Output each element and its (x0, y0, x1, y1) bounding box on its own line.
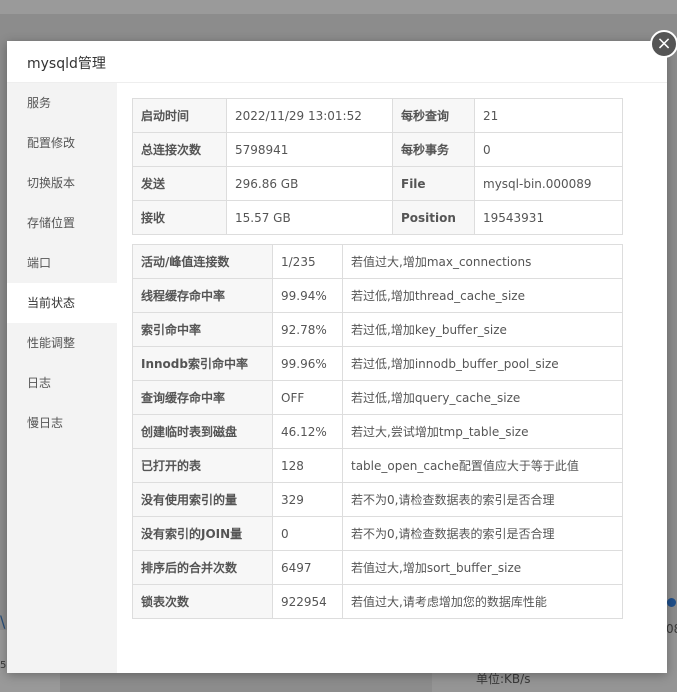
metric-value: 0 (272, 516, 343, 551)
sidebar-item[interactable]: 慢日志 (7, 403, 117, 443)
summary-key: File (392, 166, 475, 201)
summary-key: 总连接次数 (132, 132, 227, 167)
summary-table: 启动时间 2022/11/29 13:01:52 每秒查询 21 总连接次数 579894… (132, 98, 623, 235)
mysqld-modal: mysqld管理 × 服务 配置修改 切换版本 存储位置 端口 当前状态 性能调整 日志 慢日志… (7, 30, 677, 673)
status-content: 启动时间 2022/11/29 13:01:52 每秒查询 21 总连接次数 579894… (132, 98, 623, 619)
sidebar-item[interactable]: 日志 (7, 363, 117, 403)
summary-value: 0 (474, 132, 623, 167)
metric-value: 1/235 (272, 244, 343, 279)
metric-value: 128 (272, 448, 343, 483)
metric-value: 329 (272, 482, 343, 517)
metric-row: 锁表次数 922954 若值过大,请考虑增加您的数据库性能 (132, 584, 623, 619)
metric-tip: 若过低,增加key_buffer_size (342, 312, 623, 347)
metric-name: 活动/峰值连接数 (132, 244, 273, 279)
metric-value: 6497 (272, 550, 343, 585)
metric-name: 没有使用索引的量 (132, 482, 273, 517)
close-icon[interactable]: × (650, 30, 677, 58)
summary-key: 启动时间 (132, 98, 227, 133)
summary-value: 296.86 GB (226, 166, 393, 201)
metric-name: 索引命中率 (132, 312, 273, 347)
metrics-table: 活动/峰值连接数 1/235 若值过大,增加max_connections 线程缓存命… (132, 244, 623, 619)
metric-name: Innodb索引命中率 (132, 346, 273, 381)
background-chart-fragment: \ (0, 612, 6, 631)
modal-title: mysqld管理 (27, 56, 106, 72)
metric-name: 排序后的合并次数 (132, 550, 273, 585)
metric-row: Innodb索引命中率 99.96% 若过低,增加innodb_buffer_poo… (132, 346, 623, 381)
sidebar-item[interactable]: 服务 (7, 83, 117, 123)
metric-tip: 若不为0,请检查数据表的索引是否合理 (342, 516, 623, 551)
metric-tip: 若值过大,增加max_connections (342, 244, 623, 279)
metric-value: OFF (272, 380, 343, 415)
metric-name: 锁表次数 (132, 584, 273, 619)
summary-row: 接收 15.57 GB Position 19543931 (132, 200, 623, 235)
metric-row: 活动/峰值连接数 1/235 若值过大,增加max_connections (132, 244, 623, 279)
metric-row: 线程缓存命中率 99.94% 若过低,增加thread_cache_size (132, 278, 623, 313)
metric-tip: 若值过大,增加sort_buffer_size (342, 550, 623, 585)
metric-tip: table_open_cache配置值应大于等于此值 (342, 448, 623, 483)
sidebar-item[interactable]: 性能调整 (7, 323, 117, 363)
summary-key: 每秒事务 (392, 132, 475, 167)
sidebar-item[interactable]: 存储位置 (7, 203, 117, 243)
metric-value: 46.12% (272, 414, 343, 449)
metric-name: 线程缓存命中率 (132, 278, 273, 313)
summary-value: 21 (474, 98, 623, 133)
summary-row: 总连接次数 5798941 每秒事务 0 (132, 132, 623, 167)
metric-name: 没有索引的JOIN量 (132, 516, 273, 551)
summary-value: 15.57 GB (226, 200, 393, 235)
metric-value: 99.94% (272, 278, 343, 313)
sidebar-item[interactable]: 配置修改 (7, 123, 117, 163)
metric-tip: 若过低,增加query_cache_size (342, 380, 623, 415)
summary-value: 5798941 (226, 132, 393, 167)
metric-value: 922954 (272, 584, 343, 619)
sidebar: 服务 配置修改 切换版本 存储位置 端口 当前状态 性能调整 日志 慢日志 (7, 83, 117, 673)
summary-row: 发送 296.86 GB File mysql-bin.000089 (132, 166, 623, 201)
metric-value: 99.96% (272, 346, 343, 381)
metric-name: 查询缓存命中率 (132, 380, 273, 415)
metric-name: 已打开的表 (132, 448, 273, 483)
summary-value: 2022/11/29 13:01:52 (226, 98, 393, 133)
summary-key: 每秒查询 (392, 98, 475, 133)
sidebar-item[interactable]: 当前状态 (7, 283, 117, 323)
metric-tip: 若值过大,请考虑增加您的数据库性能 (342, 584, 623, 619)
metric-row: 没有索引的JOIN量 0 若不为0,请检查数据表的索引是否合理 (132, 516, 623, 551)
summary-row: 启动时间 2022/11/29 13:01:52 每秒查询 21 (132, 98, 623, 133)
summary-value: 19543931 (474, 200, 623, 235)
metric-value: 92.78% (272, 312, 343, 347)
summary-value: mysql-bin.000089 (474, 166, 623, 201)
metric-name: 创建临时表到磁盘 (132, 414, 273, 449)
summary-key: 接收 (132, 200, 227, 235)
metric-tip: 若过大,尝试增加tmp_table_size (342, 414, 623, 449)
background-number-fragment: 08 (666, 622, 677, 636)
summary-key: 发送 (132, 166, 227, 201)
sidebar-item[interactable]: 端口 (7, 243, 117, 283)
metric-tip: 若过低,增加thread_cache_size (342, 278, 623, 313)
modal-header: mysqld管理 (7, 41, 667, 83)
metric-row: 查询缓存命中率 OFF 若过低,增加query_cache_size (132, 380, 623, 415)
summary-key: Position (392, 200, 475, 235)
metric-row: 排序后的合并次数 6497 若值过大,增加sort_buffer_size (132, 550, 623, 585)
metric-row: 没有使用索引的量 329 若不为0,请检查数据表的索引是否合理 (132, 482, 623, 517)
metric-row: 索引命中率 92.78% 若过低,增加key_buffer_size (132, 312, 623, 347)
metric-row: 已打开的表 128 table_open_cache配置值应大于等于此值 (132, 448, 623, 483)
background-legend-dot (667, 598, 676, 607)
sidebar-item[interactable]: 切换版本 (7, 163, 117, 203)
metric-row: 创建临时表到磁盘 46.12% 若过大,尝试增加tmp_table_size (132, 414, 623, 449)
background-feature-strip (0, 0, 677, 14)
metric-tip: 若不为0,请检查数据表的索引是否合理 (342, 482, 623, 517)
metric-tip: 若过低,增加innodb_buffer_pool_size (342, 346, 623, 381)
